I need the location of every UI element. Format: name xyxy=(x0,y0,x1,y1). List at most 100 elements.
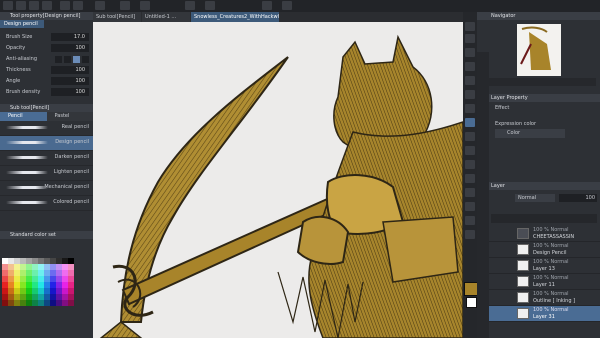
blend-mode-select[interactable]: Normal xyxy=(515,194,555,202)
deselect-icon[interactable] xyxy=(140,1,150,10)
brush-item[interactable]: Real pencil xyxy=(0,121,93,136)
clear-icon[interactable] xyxy=(95,1,105,10)
zoom-icon[interactable] xyxy=(465,22,475,31)
opacity-field[interactable]: 100 xyxy=(51,44,89,52)
right-panel: Navigator Layer Property Effect Expressi… xyxy=(477,12,600,338)
ruler-icon[interactable] xyxy=(205,1,215,10)
brush-stroke-preview xyxy=(6,141,48,144)
undo-icon[interactable] xyxy=(60,1,70,10)
color-palette[interactable] xyxy=(2,258,74,306)
pen-icon[interactable] xyxy=(465,118,475,127)
expression-color-label: Expression color xyxy=(495,121,537,127)
main-color-swatch[interactable] xyxy=(464,282,478,296)
ruler-tool-icon[interactable] xyxy=(465,216,475,225)
layer-thumbnail xyxy=(517,260,529,271)
eraser-icon[interactable] xyxy=(465,146,475,155)
expression-color-select[interactable]: Color xyxy=(495,129,565,138)
prop-row: Thickness 100 xyxy=(0,65,93,76)
stabilization-icon[interactable] xyxy=(282,1,292,10)
wand-icon[interactable] xyxy=(465,90,475,99)
tool-label: Design pencil xyxy=(0,20,44,28)
prop-label: Opacity xyxy=(6,45,26,51)
doc-tab[interactable]: Sub tool[Pencil] xyxy=(93,12,141,22)
brush-stroke-preview xyxy=(6,201,48,204)
prop-label: Anti-aliasing xyxy=(6,56,37,62)
doc-tab[interactable]: Untitled-1 ... xyxy=(142,12,190,22)
move-icon[interactable] xyxy=(465,48,475,57)
layer-item[interactable]: 👁100 % NormalOutline [ Inking ] xyxy=(477,290,600,306)
transform-icon[interactable] xyxy=(120,1,130,10)
layer-item[interactable]: 👁100 % NormalDesign Pencil xyxy=(477,242,600,258)
snap-icon[interactable] xyxy=(185,1,195,10)
layer-item[interactable]: 👁100 % NormalLayer 11 xyxy=(477,274,600,290)
brush-stroke-preview xyxy=(6,186,48,189)
main-toolbar xyxy=(0,0,600,12)
brush-icon[interactable] xyxy=(465,132,475,141)
layer-thumbnail xyxy=(517,276,529,287)
effect-label: Effect xyxy=(495,105,510,111)
layer-opacity-field[interactable]: 100 xyxy=(559,194,597,202)
shape-icon[interactable] xyxy=(465,188,475,197)
text-icon[interactable] xyxy=(465,202,475,211)
layer-tool-row xyxy=(491,214,597,223)
prop-label: Brush density xyxy=(6,89,41,95)
select-icon[interactable] xyxy=(465,62,475,71)
layer-item-selected[interactable]: 👁100 % NormalLayer 31 xyxy=(477,306,600,322)
prop-row: Brush density 100 xyxy=(0,87,93,98)
lasso-icon[interactable] xyxy=(465,76,475,85)
color-set-title: Standard color set xyxy=(0,231,93,239)
color-swatch[interactable] xyxy=(68,300,74,306)
sub-tool-title: Sub tool[Pencil] xyxy=(0,104,93,112)
tab-pastel[interactable]: Pastel xyxy=(46,112,93,121)
prop-row: Anti-aliasing xyxy=(0,54,93,65)
canvas[interactable] xyxy=(93,22,463,338)
layer-thumbnail xyxy=(517,228,529,239)
brush-item-selected[interactable]: Design pencil xyxy=(0,136,93,151)
artwork xyxy=(99,34,463,338)
antialias-buttons[interactable] xyxy=(55,56,89,63)
doc-tab-active[interactable]: Snowless_Creatures2_WithHackwCMYK xyxy=(191,12,279,22)
layer-panel-title: Layer xyxy=(477,182,600,190)
layer-item[interactable]: 👁100 % NormalCHEETASSASSIN xyxy=(477,226,600,242)
gradient-icon[interactable] xyxy=(465,174,475,183)
right-toolbar xyxy=(463,12,478,338)
tab-pencil[interactable]: Pencil xyxy=(0,112,47,121)
layer-thumbnail xyxy=(517,308,529,319)
menu-icon[interactable] xyxy=(3,1,13,10)
layer-item[interactable]: 👁100 % NormalLayer 13 xyxy=(477,258,600,274)
prop-label: Brush Size xyxy=(6,34,33,40)
thickness-field[interactable]: 100 xyxy=(51,66,89,74)
brush-item[interactable]: Colored pencil xyxy=(0,196,93,211)
redo-icon[interactable] xyxy=(73,1,83,10)
new-icon[interactable] xyxy=(16,1,26,10)
brush-stroke-preview xyxy=(6,156,48,159)
navigator-title: Navigator xyxy=(477,12,600,20)
fill-icon[interactable] xyxy=(465,160,475,169)
prop-row: Brush Size 17.0 xyxy=(0,32,93,43)
navigator-preview[interactable] xyxy=(517,24,561,76)
pen-pressure-icon[interactable] xyxy=(262,1,272,10)
prop-row: Angle 100 xyxy=(0,76,93,87)
left-panel: Tool property[Design pencil] Design penc… xyxy=(0,12,93,338)
layer-thumbnail xyxy=(517,292,529,303)
brush-stroke-preview xyxy=(6,126,48,129)
prop-row: Opacity 100 xyxy=(0,43,93,54)
layer-property-title: Layer Property xyxy=(477,94,600,102)
angle-field[interactable]: 100 xyxy=(51,77,89,85)
panel-icon-strip xyxy=(477,52,489,338)
open-icon[interactable] xyxy=(29,1,39,10)
brush-stroke-preview xyxy=(6,171,48,174)
save-icon[interactable] xyxy=(42,1,52,10)
balloon-icon[interactable] xyxy=(465,230,475,239)
layer-thumbnail xyxy=(517,244,529,255)
navigator-slider[interactable] xyxy=(481,78,596,86)
brush-density-field[interactable]: 100 xyxy=(51,88,89,96)
sub-tool-tabs: Pencil Pastel xyxy=(0,112,93,121)
brush-item[interactable]: Mechanical pencil xyxy=(0,181,93,196)
sub-color-swatch[interactable] xyxy=(466,297,477,308)
brush-item[interactable]: Lighten pencil xyxy=(0,166,93,181)
eyedropper-icon[interactable] xyxy=(465,104,475,113)
brush-size-field[interactable]: 17.0 xyxy=(51,33,89,41)
brush-item[interactable]: Darken pencil xyxy=(0,151,93,166)
hand-icon[interactable] xyxy=(465,34,475,43)
